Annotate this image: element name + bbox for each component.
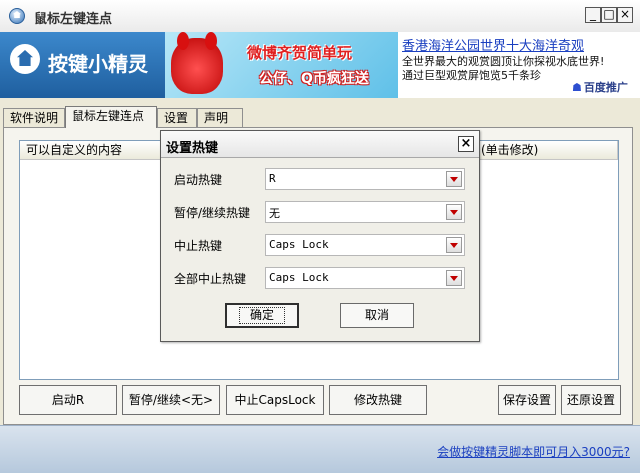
start-hotkey-value: R xyxy=(269,172,276,185)
column-header-modify[interactable]: (单击修改) xyxy=(475,141,618,159)
start-hotkey-label: 启动热键 xyxy=(174,173,223,187)
maximize-button[interactable]: □ xyxy=(601,7,617,23)
banner-headline: 微博齐贺简单玩 xyxy=(247,44,353,62)
tab-software-info[interactable]: 软件说明 xyxy=(3,108,65,127)
stop-button[interactable]: 中止CapsLock xyxy=(226,385,324,415)
logo-house-icon xyxy=(10,44,40,74)
stop-hotkey-label: 中止热键 xyxy=(174,239,223,253)
start-button[interactable]: 启动R xyxy=(19,385,117,415)
pause-hotkey-value: 无 xyxy=(269,207,280,220)
ok-button-label: 确定 xyxy=(238,307,285,324)
logo-text: 按键小精灵 xyxy=(48,52,148,76)
text-ad[interactable]: 香港海洋公园世界十大海洋奇观 全世界最大的观赏圆顶让你探视水底世界! 通过巨型观… xyxy=(398,32,640,98)
dialog-close-button[interactable]: × xyxy=(458,136,474,152)
dropdown-arrow-icon[interactable] xyxy=(446,204,462,220)
dropdown-arrow-icon[interactable] xyxy=(446,237,462,253)
start-hotkey-select[interactable]: R xyxy=(265,168,465,190)
ad-line-2: 通过巨型观赏屏饱览5千条珍 xyxy=(402,69,541,82)
title-bar[interactable]: 鼠标左键连点 _ □ × xyxy=(0,0,640,33)
stop-all-hotkey-label: 全部中止热键 xyxy=(174,272,247,286)
app-icon xyxy=(9,8,25,24)
stop-hotkey-value: Caps Lock xyxy=(269,238,329,251)
dropdown-arrow-icon[interactable] xyxy=(446,171,462,187)
ad-title-link[interactable]: 香港海洋公园世界十大海洋奇观 xyxy=(402,35,584,54)
save-settings-button[interactable]: 保存设置 xyxy=(498,385,556,415)
cancel-button[interactable]: 取消 xyxy=(340,303,414,328)
ad-brand-label: 百度推广 xyxy=(583,81,628,94)
banner-subline: 公仔、Q币疯狂送 xyxy=(259,71,369,87)
ad-brand: ☗ 百度推广 xyxy=(572,79,628,95)
restore-settings-button[interactable]: 还原设置 xyxy=(561,385,621,415)
tab-left-click[interactable]: 鼠标左键连点 xyxy=(65,106,157,128)
pause-hotkey-select[interactable]: 无 xyxy=(265,201,465,223)
stop-hotkey-select[interactable]: Caps Lock xyxy=(265,234,465,256)
stop-all-hotkey-value: Caps Lock xyxy=(269,271,329,284)
hotkey-dialog: 设置热键 × 启动热键 R 暂停/继续热键 无 中止热键 Caps Lock 全… xyxy=(160,130,480,342)
tab-settings[interactable]: 设置 xyxy=(157,108,197,127)
dropdown-arrow-icon[interactable] xyxy=(446,270,462,286)
paw-icon: ☗ xyxy=(572,81,582,94)
dialog-title: 设置热键 xyxy=(166,141,219,156)
pause-hotkey-label: 暂停/继续热键 xyxy=(174,206,251,220)
ok-button[interactable]: 确定 xyxy=(225,303,299,328)
window-title: 鼠标左键连点 xyxy=(34,12,113,27)
footer-bar: 会做按键精灵脚本即可月入3000元? xyxy=(0,425,640,473)
ad-banner[interactable]: 微博齐贺简单玩 公仔、Q币疯狂送 xyxy=(165,32,398,98)
stop-all-hotkey-select[interactable]: Caps Lock xyxy=(265,267,465,289)
dialog-title-bar[interactable]: 设置热键 × xyxy=(161,131,479,158)
promo-link[interactable]: 会做按键精灵脚本即可月入3000元? xyxy=(437,443,630,460)
header-band: 按键小精灵 微博齐贺简单玩 公仔、Q币疯狂送 香港海洋公园世界十大海洋奇观 全世… xyxy=(0,32,640,98)
close-button[interactable]: × xyxy=(617,7,633,23)
minimize-button[interactable]: _ xyxy=(585,7,601,23)
pause-button[interactable]: 暂停/继续<无> xyxy=(122,385,220,415)
main-window: 鼠标左键连点 _ □ × 按键小精灵 微博齐贺简单玩 公仔、Q币疯狂送 香港海洋… xyxy=(0,0,640,473)
tab-statement[interactable]: 声明 xyxy=(197,108,243,127)
modify-hotkey-button[interactable]: 修改热键 xyxy=(329,385,427,415)
mascot-image xyxy=(171,32,223,94)
